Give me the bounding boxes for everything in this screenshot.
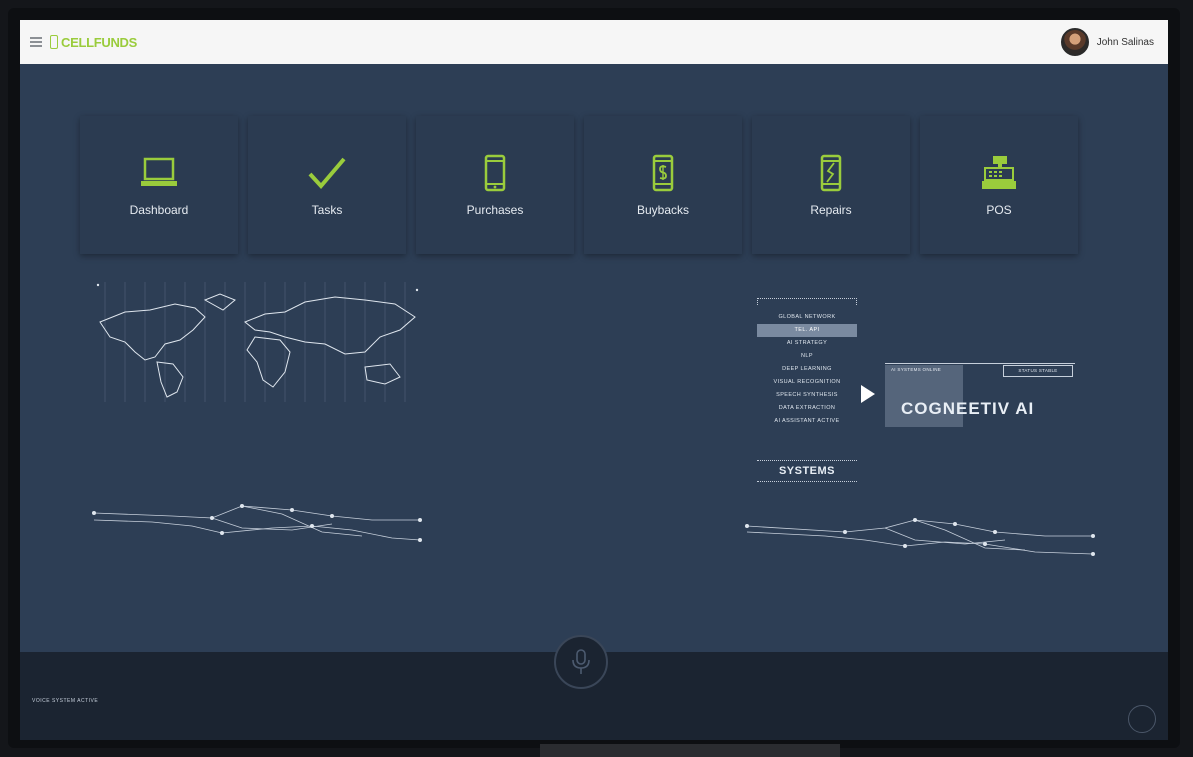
laptop-icon xyxy=(139,153,179,193)
tile-purchases[interactable]: Purchases xyxy=(416,116,574,254)
network-graphic-left xyxy=(92,504,422,542)
menu-item[interactable]: GLOBAL NETWORK xyxy=(757,311,857,324)
ai-panel: AI SYSTEMS ONLINE STATUS STABLE COGNEETI… xyxy=(861,363,1075,429)
tile-label: Repairs xyxy=(810,203,852,217)
menu-item[interactable]: NLP xyxy=(757,350,857,363)
tile-label: Tasks xyxy=(311,203,343,217)
tile-label: Purchases xyxy=(466,203,524,217)
ai-title: COGNEETIV AI xyxy=(901,399,1035,418)
ai-tagline: AI SYSTEMS ONLINE xyxy=(891,367,942,372)
tile-pos[interactable]: POS xyxy=(920,116,1078,254)
phone-logo-icon xyxy=(50,35,58,49)
menu-bracket-top xyxy=(757,298,857,305)
menu-item[interactable]: DEEP LEARNING xyxy=(757,363,857,376)
tile-dashboard[interactable]: Dashboard xyxy=(80,116,238,254)
tile-label: Dashboard xyxy=(129,203,189,217)
systems-label: SYSTEMS xyxy=(757,460,857,482)
menu-item[interactable]: AI ASSISTANT ACTIVE xyxy=(757,415,857,428)
microphone-icon xyxy=(572,649,590,674)
app-screen: CELLFUNDS John Salinas Dashboard Tasks P… xyxy=(20,20,1168,740)
user-menu[interactable]: John Salinas xyxy=(1060,28,1154,56)
checkmark-icon xyxy=(306,153,348,193)
brand-name: CELLFUNDS xyxy=(61,34,138,50)
microphone-button[interactable] xyxy=(554,635,608,689)
tile-repairs[interactable]: Repairs xyxy=(752,116,910,254)
menu-item[interactable]: DATA EXTRACTION xyxy=(757,402,857,415)
monitor: CELLFUNDS John Salinas Dashboard Tasks P… xyxy=(0,0,1193,757)
module-tiles: Dashboard Tasks Purchases Buybacks Repai… xyxy=(80,116,1078,254)
tile-label: POS xyxy=(986,203,1012,217)
ai-divider xyxy=(885,363,1075,364)
menu-item[interactable]: AI STRATEGY xyxy=(757,337,857,350)
globe-icon[interactable] xyxy=(1128,705,1156,733)
tile-tasks[interactable]: Tasks xyxy=(248,116,406,254)
phone-icon xyxy=(483,153,507,193)
cash-register-icon xyxy=(979,153,1019,193)
menu-item[interactable]: SPEECH SYNTHESIS xyxy=(757,389,857,402)
phone-dollar-icon xyxy=(651,153,675,193)
ai-status-badge: STATUS STABLE xyxy=(1003,365,1073,377)
ai-systems-menu: GLOBAL NETWORK TEL. API AI STRATEGY NLP … xyxy=(757,298,857,428)
avatar[interactable] xyxy=(1060,28,1089,56)
voice-caption: VOICE SYSTEM ACTIVE xyxy=(32,698,99,704)
network-graphic-right xyxy=(745,518,1095,556)
top-bar: CELLFUNDS John Salinas xyxy=(20,20,1168,64)
user-name: John Salinas xyxy=(1096,36,1154,48)
phone-broken-icon xyxy=(819,153,843,193)
world-map-graphic xyxy=(96,282,419,402)
menu-item[interactable]: VISUAL RECOGNITION xyxy=(757,376,857,389)
monitor-stand xyxy=(540,744,840,757)
tile-buybacks[interactable]: Buybacks xyxy=(584,116,742,254)
play-icon[interactable] xyxy=(861,385,875,403)
hamburger-menu-icon[interactable] xyxy=(30,37,42,47)
tile-label: Buybacks xyxy=(636,203,690,217)
brand-logo[interactable]: CELLFUNDS xyxy=(50,35,137,50)
menu-item-active[interactable]: TEL. API xyxy=(757,324,857,337)
